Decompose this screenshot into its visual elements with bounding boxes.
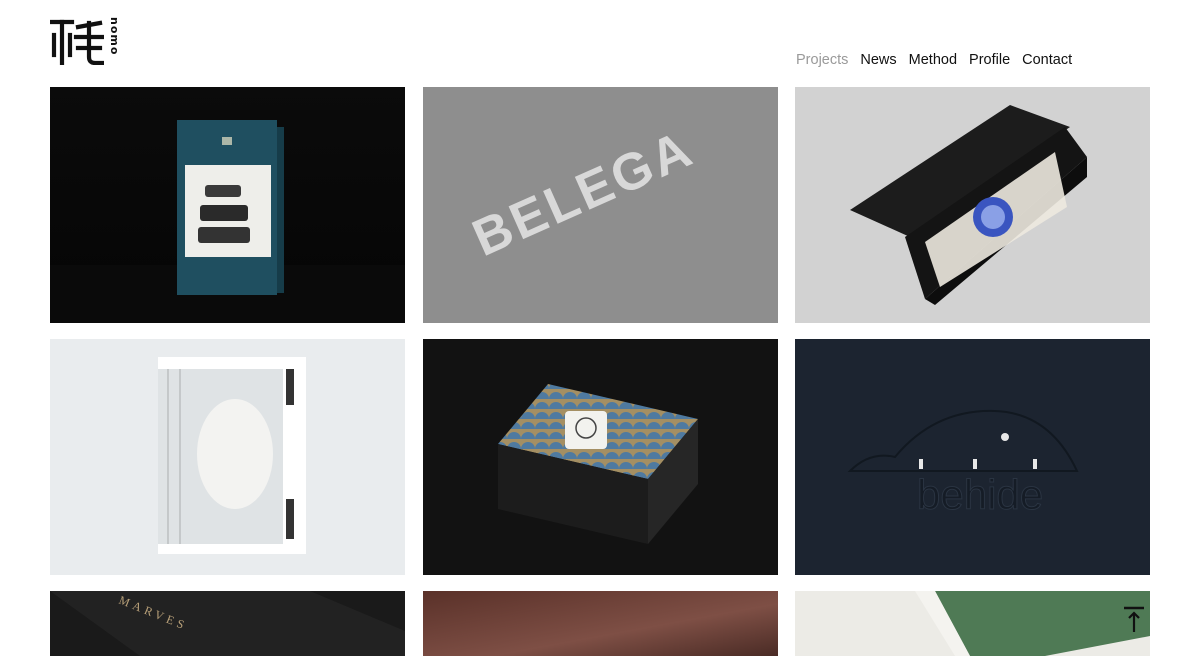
white-poster-image — [50, 339, 405, 575]
nav-contact[interactable]: Contact — [1022, 52, 1072, 68]
black-box-image: MARVES — [50, 591, 405, 656]
patterned-box-image — [423, 339, 778, 575]
nav-method[interactable]: Method — [909, 52, 957, 68]
nomo-logo[interactable]: nomo — [50, 17, 122, 67]
nav-profile[interactable]: Profile — [969, 52, 1010, 68]
wine-box-image — [795, 87, 1150, 323]
project-tile-belega[interactable]: BELEGA — [423, 87, 778, 323]
project-tile-wine-box[interactable] — [795, 87, 1150, 323]
arrow-up-to-line-icon[interactable] — [1121, 605, 1147, 633]
project-tile-green-box[interactable] — [795, 591, 1150, 656]
nomo-logo-icon — [50, 19, 104, 65]
belega-emboss-image: BELEGA — [423, 87, 778, 323]
nav-news[interactable]: News — [860, 52, 896, 68]
project-tile-patterned-box[interactable] — [423, 339, 778, 575]
behide-emboss-image: behide — [795, 339, 1150, 575]
main-nav: Projects News Method Profile Contact — [796, 52, 1072, 68]
project-tile-behide[interactable]: behide — [795, 339, 1150, 575]
nav-projects[interactable]: Projects — [796, 52, 848, 68]
project-tile-black-box[interactable]: MARVES — [50, 591, 405, 656]
behide-wordmark: behide — [917, 471, 1043, 518]
project-tile-brown-surface[interactable] — [423, 591, 778, 656]
teal-tea-box-image — [50, 87, 405, 323]
brown-surface-image — [423, 591, 778, 656]
logo-wordmark: nomo — [108, 17, 121, 56]
green-box-image — [795, 591, 1150, 656]
project-tile-teal-tea-box[interactable] — [50, 87, 405, 323]
project-tile-white-poster[interactable] — [50, 339, 405, 575]
